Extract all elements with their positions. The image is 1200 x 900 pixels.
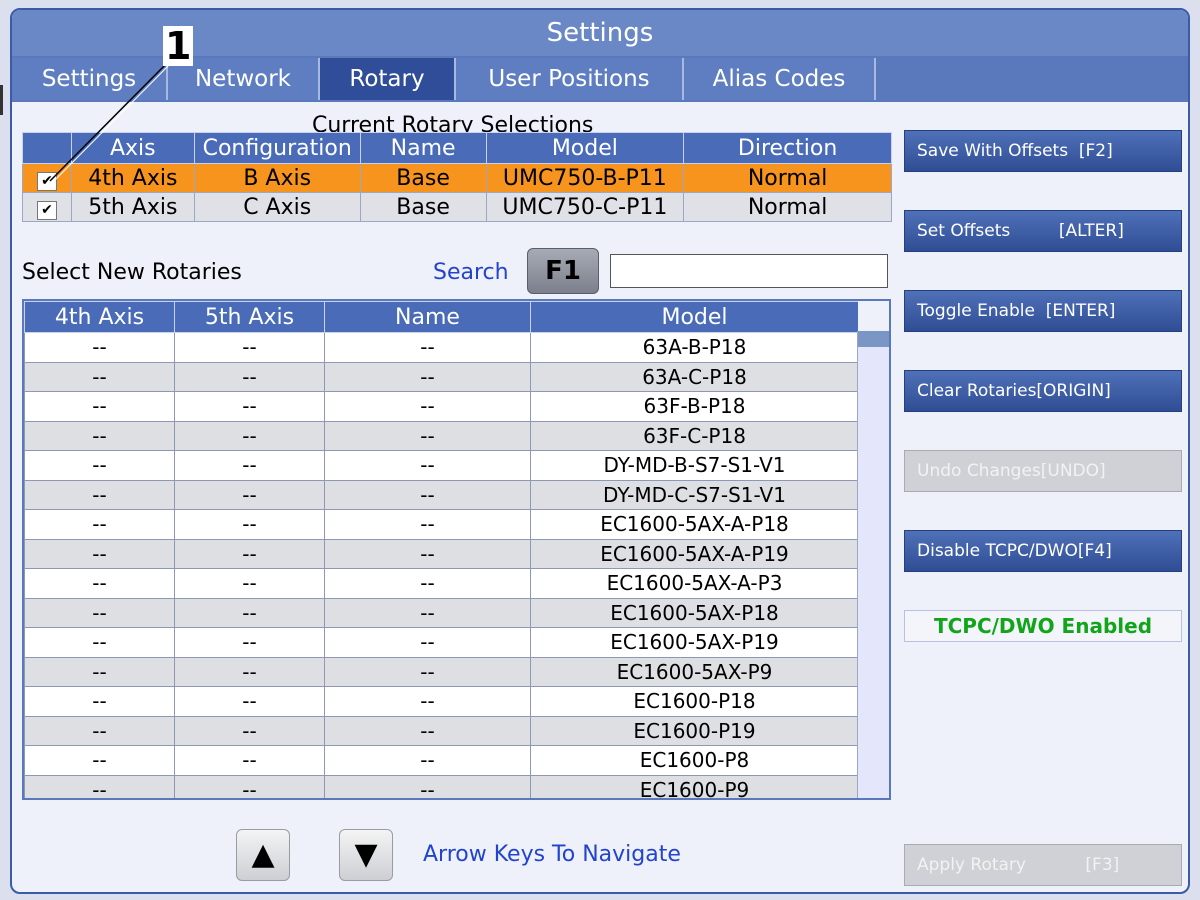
callout-leader-line [49,57,177,182]
callout-number: 1 [163,24,194,68]
